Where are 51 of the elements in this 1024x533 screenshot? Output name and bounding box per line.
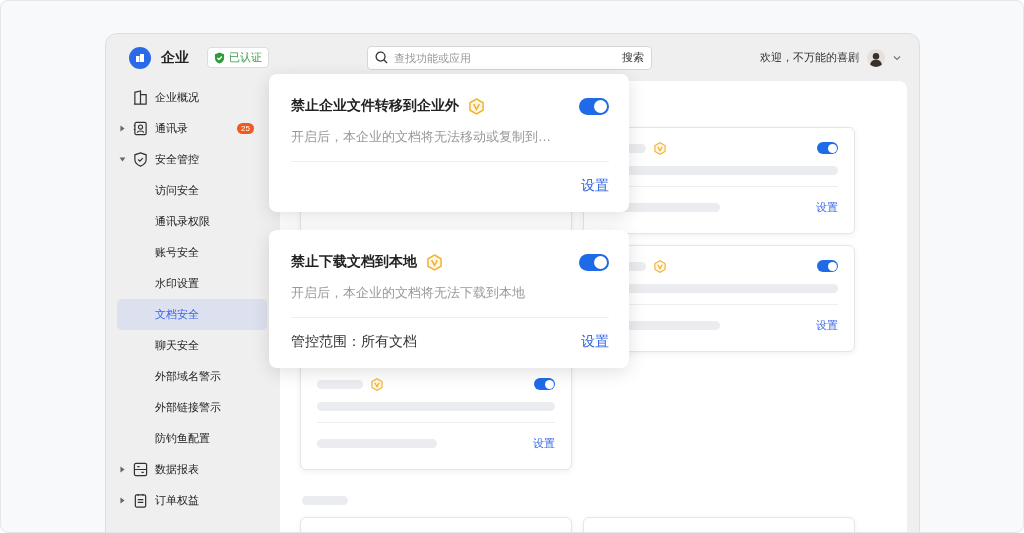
org-name: 企业 bbox=[161, 48, 189, 67]
toggle-switch[interactable] bbox=[817, 142, 838, 154]
sidebar-item[interactable]: 账号安全 bbox=[117, 237, 267, 268]
settings-link[interactable]: 设置 bbox=[816, 199, 838, 215]
sidebar-item[interactable]: 订单权益 bbox=[117, 485, 267, 516]
shield-check-icon bbox=[133, 152, 148, 167]
toggle-switch[interactable] bbox=[579, 253, 609, 271]
hexagon-badge-icon bbox=[469, 97, 484, 115]
sidebar-item[interactable]: 外部域名警示 bbox=[117, 361, 267, 392]
feature-description: 开启后，本企业的文档将无法移动或复制到… bbox=[291, 128, 552, 146]
verified-label: 已认证 bbox=[229, 50, 262, 65]
sidebar-item[interactable]: 水印设置 bbox=[117, 268, 267, 299]
feature-title: 禁止企业文件转移到企业外 bbox=[291, 97, 459, 115]
count-badge: 25 bbox=[237, 123, 254, 134]
settings-link[interactable]: 设置 bbox=[533, 435, 555, 451]
avatar-icon[interactable] bbox=[867, 48, 885, 67]
hexagon-badge-icon bbox=[654, 259, 666, 273]
scope-text: 管控范围：所有文档 bbox=[291, 333, 417, 351]
toggle-switch[interactable] bbox=[534, 378, 555, 390]
hexagon-badge-icon bbox=[427, 253, 442, 271]
hexagon-badge-icon bbox=[371, 377, 383, 391]
contact-card-icon bbox=[133, 121, 148, 136]
shield-check-icon bbox=[214, 51, 225, 64]
list-panel-icon bbox=[133, 462, 148, 477]
sidebar-item[interactable]: 文档安全 bbox=[117, 299, 267, 330]
chevron-down-icon[interactable] bbox=[893, 54, 901, 61]
sidebar-item[interactable]: 访问安全 bbox=[117, 175, 267, 206]
sidebar-item[interactable]: 通讯录 25 bbox=[117, 113, 267, 144]
settings-link[interactable]: 设置 bbox=[581, 177, 609, 195]
greeting-text: 欢迎，不万能的喜剧 bbox=[760, 50, 859, 65]
sidebar-item[interactable]: 防钓鱼配置 bbox=[117, 423, 267, 454]
feature-description: 开启后，本企业的文档将无法下载到本地 bbox=[291, 284, 526, 302]
sidebar-item[interactable]: 企业概况 bbox=[117, 82, 267, 113]
sidebar-item[interactable]: 安全管控 bbox=[117, 144, 267, 175]
building-icon bbox=[133, 90, 148, 105]
feature-title: 禁止下载文档到本地 bbox=[291, 253, 417, 271]
hexagon-badge-icon bbox=[654, 141, 666, 155]
search-icon bbox=[375, 51, 388, 64]
toggle-switch[interactable] bbox=[579, 97, 609, 115]
sidebar-item[interactable]: 外部链接警示 bbox=[117, 392, 267, 423]
toggle-switch[interactable] bbox=[817, 260, 838, 272]
search-button[interactable]: 搜索 bbox=[615, 50, 651, 65]
sidebar-item[interactable]: 通讯录权限 bbox=[117, 206, 267, 237]
clipboard-icon bbox=[133, 493, 148, 508]
settings-link[interactable]: 设置 bbox=[581, 333, 609, 351]
sidebar-item[interactable]: 数据报表 bbox=[117, 454, 267, 485]
title-placeholder bbox=[317, 379, 363, 389]
settings-link[interactable]: 设置 bbox=[816, 317, 838, 333]
sidebar-item[interactable]: 聊天安全 bbox=[117, 330, 267, 361]
search-field[interactable]: 查找功能或应用 搜索 bbox=[367, 45, 652, 70]
logo-icon bbox=[129, 46, 151, 69]
